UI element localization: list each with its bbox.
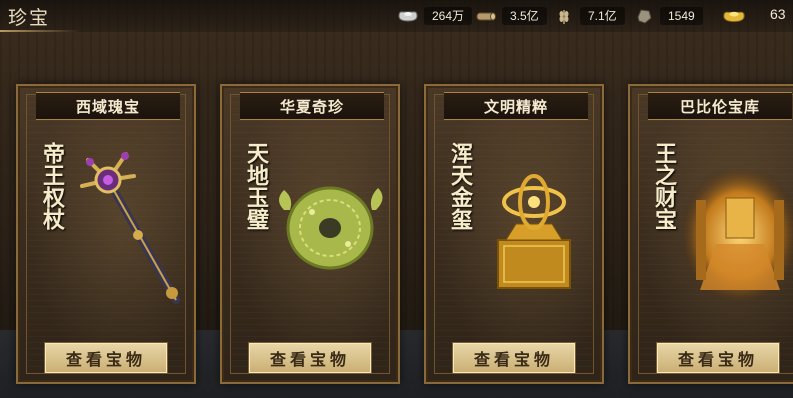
resource-timber[interactable]: 3.5亿 <box>474 6 547 26</box>
view-treasure-label: 查看宝物 <box>677 350 758 369</box>
view-treasure-label: 查看宝物 <box>473 350 554 369</box>
card-header: 西域瑰宝 <box>36 92 180 120</box>
view-treasure-label: 查看宝物 <box>269 350 350 369</box>
stone-icon <box>632 7 656 25</box>
view-treasure-button[interactable]: 查看宝物 <box>248 342 372 374</box>
resource-timber-value: 3.5亿 <box>502 7 547 25</box>
treasure-card-western[interactable]: 西域瑰宝 帝王权杖 查看宝物 <box>16 84 196 384</box>
top-bar: 珍宝 264万 3.5亿 7.1亿 1549 63 <box>0 0 793 32</box>
card-header: 华夏奇珍 <box>240 92 384 120</box>
resource-stone-value: 1549 <box>660 7 703 25</box>
card-header: 文明精粹 <box>444 92 588 120</box>
jade-disc-image <box>272 140 392 310</box>
treasure-vault-image <box>680 140 793 310</box>
timber-icon <box>474 7 498 25</box>
view-treasure-button[interactable]: 查看宝物 <box>44 342 168 374</box>
card-region-title: 华夏奇珍 <box>279 97 344 116</box>
treasure-card-babylon[interactable]: 巴比伦宝库 王之财宝 查看宝物 <box>628 84 793 384</box>
treasure-card-huaxia[interactable]: 华夏奇珍 天地玉璧 查看宝物 <box>220 84 400 384</box>
view-treasure-button[interactable]: 查看宝物 <box>656 342 780 374</box>
resource-stone[interactable]: 1549 <box>632 6 703 26</box>
grain-icon <box>552 7 576 25</box>
card-region-title: 西域瑰宝 <box>75 97 140 116</box>
resource-silver[interactable]: 264万 <box>396 6 473 26</box>
card-region-title: 文明精粹 <box>483 97 548 116</box>
title-underline <box>0 30 80 32</box>
resource-silver-value: 264万 <box>424 7 473 25</box>
treasure-name: 天地玉璧 <box>243 142 269 230</box>
treasure-name: 浑天金玺 <box>447 142 473 230</box>
view-treasure-label: 查看宝物 <box>65 350 146 369</box>
treasure-name: 帝王权杖 <box>39 142 65 230</box>
treasure-name: 王之财宝 <box>651 142 677 230</box>
resource-grain-value: 7.1亿 <box>580 7 625 25</box>
page-title: 珍宝 <box>8 7 51 29</box>
gold-ingot-icon <box>722 7 746 25</box>
gold-value: 63 <box>770 6 786 22</box>
resource-gold[interactable] <box>722 6 746 26</box>
scepter-image <box>68 140 188 310</box>
card-header: 巴比伦宝库 <box>648 92 792 120</box>
resource-grain[interactable]: 7.1亿 <box>552 6 625 26</box>
card-region-title: 巴比伦宝库 <box>679 97 760 116</box>
view-treasure-button[interactable]: 查看宝物 <box>452 342 576 374</box>
treasure-card-civilization[interactable]: 文明精粹 浑天金玺 查看宝物 <box>424 84 604 384</box>
silver-ingot-icon <box>396 7 420 25</box>
golden-seal-image <box>476 140 596 310</box>
